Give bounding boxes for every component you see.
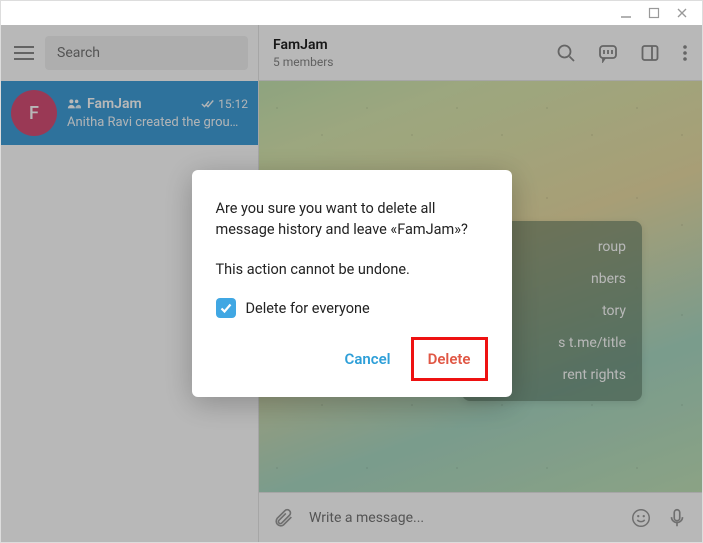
dialog-warning: This action cannot be undone. — [216, 259, 488, 280]
delete-for-everyone-row[interactable]: Delete for everyone — [216, 298, 488, 319]
close-icon[interactable] — [676, 7, 688, 19]
delete-button[interactable]: Delete — [416, 342, 483, 376]
modal-scrim[interactable]: Are you sure you want to delete all mess… — [1, 25, 702, 542]
titlebar — [1, 1, 702, 25]
dialog-message: Are you sure you want to delete all mess… — [216, 198, 488, 240]
cancel-button[interactable]: Cancel — [333, 342, 403, 376]
minimize-icon[interactable] — [620, 7, 632, 19]
annotation-highlight: Delete — [411, 337, 488, 381]
checkbox-label: Delete for everyone — [246, 298, 370, 319]
app-window: F FamJam 15:12 Anitha Ravi created the g… — [0, 0, 703, 543]
maximize-icon[interactable] — [648, 7, 660, 19]
checkbox-checked-icon[interactable] — [216, 298, 236, 318]
delete-dialog: Are you sure you want to delete all mess… — [192, 170, 512, 396]
